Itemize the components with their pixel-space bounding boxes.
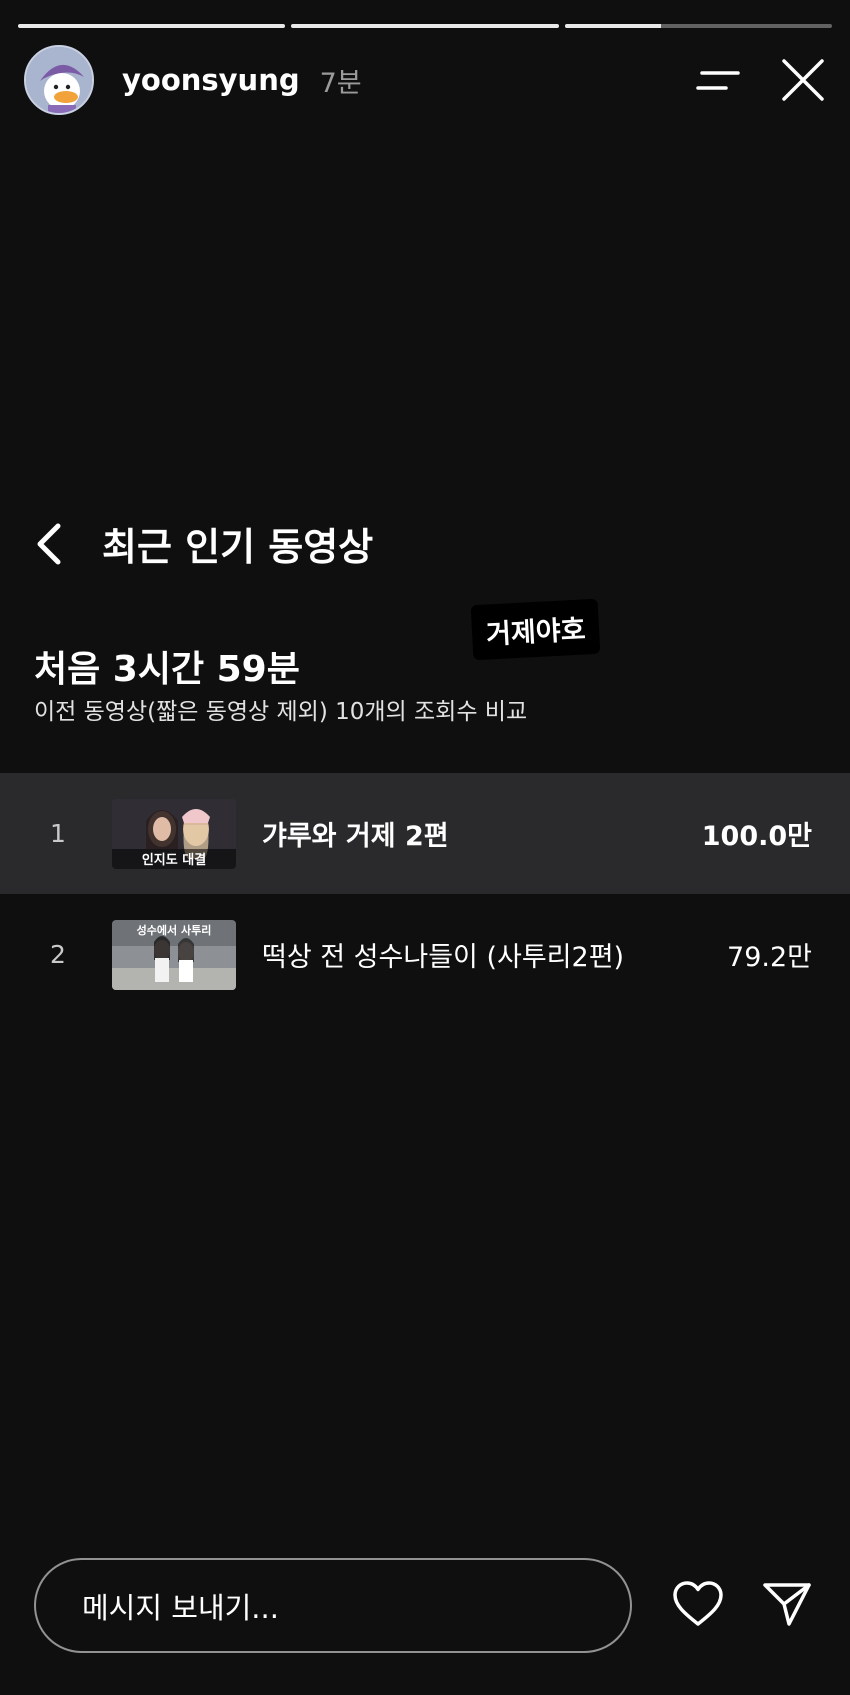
send-icon xyxy=(763,1583,811,1626)
page-title: 최근 인기 동영상 xyxy=(102,525,374,569)
video-title[interactable]: 갸루와 거제 2편 xyxy=(262,814,449,853)
thumbnail-caption: 성수에서 사투리 xyxy=(137,923,212,937)
progress-segment-1 xyxy=(18,24,286,28)
video-thumbnail-image: 인지도 대결 xyxy=(112,798,236,869)
screenshot-nav-row: 최근 인기 동영상 xyxy=(34,516,373,571)
send-button[interactable] xyxy=(762,1580,812,1628)
close-button[interactable] xyxy=(780,57,826,103)
video-views: 79.2만 xyxy=(727,942,812,973)
post-time: 7분 xyxy=(319,67,362,99)
section-subtitle: 이전 동영상(짧은 동영상 제외) 10개의 조회수 비교 xyxy=(34,699,528,725)
progress-fill-2 xyxy=(291,24,559,28)
close-icon xyxy=(782,59,824,101)
message-input[interactable]: 메시지 보내기... xyxy=(34,1558,632,1653)
menu-button[interactable] xyxy=(696,67,740,93)
video-row-2: 2 성수에서 사투리 떡상 전 성수나들이 (사투리2편) 79.2만 xyxy=(0,894,850,1015)
story-header: yoonsyung 7분 xyxy=(24,44,826,116)
video-rank: 2 xyxy=(50,940,66,969)
text-sticker[interactable]: 거제야호 xyxy=(470,598,601,661)
video-thumbnail: 성수에서 사투리 xyxy=(112,919,236,990)
video-title[interactable]: 떡상 전 성수나들이 (사투리2편) xyxy=(262,935,624,974)
story-viewer: yoonsyung 7분 최근 인기 동영상 거제야호 처음 3시간 59분 이… xyxy=(0,0,850,1695)
progress-fill-3 xyxy=(564,24,661,28)
progress-segment-2 xyxy=(291,24,559,28)
video-views: 100.0만 xyxy=(701,821,812,852)
video-row-1: 1 인지도 대결 갸루와 거제 2편 100.0만 xyxy=(0,773,850,894)
heart-icon xyxy=(673,1581,723,1626)
video-list: 1 인지도 대결 갸루와 거제 2편 100.0만 2 성수에서 사투리 떡상 … xyxy=(0,773,850,1015)
video-thumbnail-image: 성수에서 사투리 xyxy=(112,919,236,990)
section-title: 처음 3시간 59분 xyxy=(34,649,300,690)
story-progress xyxy=(18,24,832,28)
back-chevron-icon xyxy=(37,523,61,564)
username[interactable]: yoonsyung xyxy=(122,63,300,97)
progress-fill-1 xyxy=(18,24,286,28)
video-rank: 1 xyxy=(50,819,66,848)
avatar[interactable] xyxy=(24,45,94,115)
thumbnail-caption: 인지도 대결 xyxy=(142,852,206,868)
like-button[interactable] xyxy=(672,1580,724,1628)
video-thumbnail: 인지도 대결 xyxy=(112,798,236,869)
progress-segment-3 xyxy=(564,24,832,28)
header-actions xyxy=(696,57,826,103)
duck-avatar-icon xyxy=(26,47,92,113)
menu-icon xyxy=(696,71,740,90)
